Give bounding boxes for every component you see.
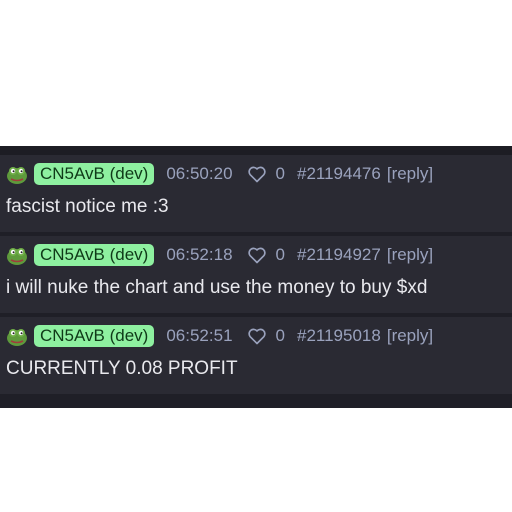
chat-message: CN5AvB (dev) 06:52:51 0 #21195018 [reply… [0,317,512,394]
heart-outline-icon[interactable] [247,326,267,346]
thread-bottom-divider [0,394,512,408]
author-dev-badge[interactable]: CN5AvB (dev) [34,325,155,347]
message-id[interactable]: #21195018 [297,326,381,346]
message-header: CN5AvB (dev) 06:52:18 0 #21194927 [reply… [6,243,433,267]
chat-message: CN5AvB (dev) 06:52:18 0 #21194927 [reply… [0,236,512,313]
reply-link[interactable]: [reply] [387,245,433,265]
like-count: 0 [275,326,285,345]
message-id[interactable]: #21194476 [297,164,381,184]
frog-avatar-icon[interactable] [6,163,28,185]
message-text: i will nuke the chart and use the money … [6,277,428,298]
message-text: CURRENTLY 0.08 PROFIT [6,358,238,379]
like-count: 0 [275,164,285,183]
message-timestamp: 06:50:20 [166,164,233,183]
frog-avatar-icon[interactable] [6,244,28,266]
message-header: CN5AvB (dev) 06:50:20 0 #21194476 [reply… [6,162,433,186]
message-id[interactable]: #21194927 [297,245,381,265]
reply-link[interactable]: [reply] [387,326,433,346]
message-timestamp: 06:52:18 [166,245,233,264]
author-dev-badge[interactable]: CN5AvB (dev) [34,244,155,266]
heart-outline-icon[interactable] [247,164,267,184]
chat-message: CN5AvB (dev) 06:50:20 0 #21194476 [reply… [0,155,512,232]
heart-outline-icon[interactable] [247,245,267,265]
thread-top-divider [0,146,512,155]
message-timestamp: 06:52:51 [166,326,233,345]
chat-thread: CN5AvB (dev) 06:50:20 0 #21194476 [reply… [0,146,512,408]
author-dev-badge[interactable]: CN5AvB (dev) [34,163,155,185]
frog-avatar-icon[interactable] [6,325,28,347]
message-text: fascist notice me :3 [6,196,169,217]
message-header: CN5AvB (dev) 06:52:51 0 #21195018 [reply… [6,324,433,348]
reply-link[interactable]: [reply] [387,164,433,184]
like-count: 0 [275,245,285,264]
